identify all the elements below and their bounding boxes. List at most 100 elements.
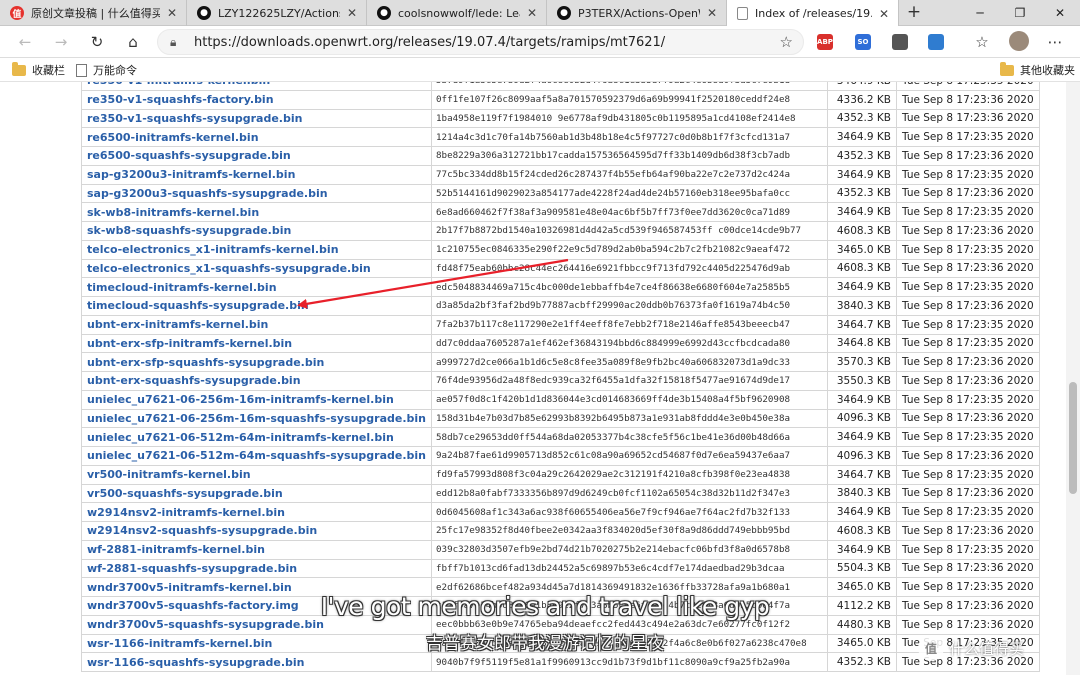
file-link[interactable]: re6500-initramfs-kernel.bin [87,131,259,144]
file-link[interactable]: wf-2881-initramfs-kernel.bin [87,543,265,556]
tab-smzdm[interactable]: 值 原创文章投稿 | 什么值得买 ✕ [0,0,187,26]
scrollbar-thumb[interactable] [1069,382,1077,494]
favorites-folder[interactable]: 收藏栏 [12,61,65,78]
file-link[interactable]: w2914nsv2-initramfs-kernel.bin [87,506,285,519]
file-link[interactable]: re6500-squashfs-sysupgrade.bin [87,149,291,162]
file-link[interactable]: unielec_u7621-06-512m-64m-squashfs-sysup… [87,449,426,462]
file-date-cell: Tue Sep 8 17:23:36 2020 [896,614,1040,635]
new-tab-button[interactable]: + [904,3,924,23]
tab-openwrt-index[interactable]: Index of /releases/19.07.4/ta ✕ [727,0,899,27]
github-icon: ● [377,6,391,20]
profile-avatar[interactable] [1008,31,1030,51]
file-link[interactable]: w2914nsv2-squashfs-sysupgrade.bin [87,524,317,537]
file-date-cell: Tue Sep 8 17:23:35 2020 [896,389,1040,410]
sha256-cell: 0ff1fe107f26c8099aaf5a8a701570592379d6a6… [431,89,828,110]
file-link[interactable]: timecloud-initramfs-kernel.bin [87,281,277,294]
file-name-cell: unielec_u7621-06-512m-64m-squashfs-sysup… [81,446,432,466]
file-row: wsr-1166-squashfs-sysupgrade.bin 9040b7f9… [81,652,1040,672]
sha256-cell: dd7c0ddaa7605287a1ef462ef36843194bbd6c88… [431,333,828,354]
file-name-cell: timecloud-squashfs-sysupgrade.bin [81,296,432,316]
file-row: wf-2881-initramfs-kernel.bin 039c32803d35… [81,539,1040,560]
sha256-cell: 25fc17e98352f8d40fbee2e0342aa3f834020d5e… [431,521,828,541]
file-link[interactable]: wsr-1166-squashfs-sysupgrade.bin [87,656,305,669]
close-icon[interactable]: ✕ [706,6,718,20]
file-link[interactable]: wf-2881-squashfs-sysupgrade.bin [87,562,297,575]
file-link[interactable]: timecloud-squashfs-sysupgrade.bin [87,299,309,312]
file-link[interactable]: wndr3700v5-squashfs-sysupgrade.bin [87,618,324,631]
file-date-cell: Tue Sep 8 17:23:36 2020 [896,558,1040,579]
file-link[interactable]: ubnt-erx-sfp-initramfs-kernel.bin [87,337,292,350]
file-link[interactable]: unielec_u7621-06-256m-16m-initramfs-kern… [87,393,394,406]
favorite-star-icon[interactable]: ☆ [780,33,793,51]
file-link[interactable]: telco-electronics_x1-squashfs-sysupgrade… [87,262,371,275]
close-window-button[interactable]: ✕ [1040,0,1080,26]
file-link[interactable]: unielec_u7621-06-256m-16m-squashfs-sysup… [87,412,426,425]
lock-icon[interactable]: 🔒︎ [170,35,176,50]
forward-button[interactable]: → [50,32,72,52]
file-link[interactable]: re350-v1-squashfs-factory.bin [87,93,274,106]
file-size-cell: 3464.8 KB [827,333,897,354]
file-name-cell: vr500-squashfs-sysupgrade.bin [81,483,432,504]
minimize-button[interactable]: ─ [960,0,1000,26]
github-icon: ● [557,6,571,20]
refresh-button[interactable]: ↻ [86,32,108,52]
sha256-cell: ae057f0d8c1f420b1d1d836044e3cd014683669f… [431,389,828,410]
file-date-cell: Tue Sep 8 17:23:35 2020 [896,333,1040,354]
file-date-cell: Tue Sep 8 17:23:36 2020 [896,521,1040,541]
sha256-cell: edc5048834469a715c4bc000de1ebbaffb4e7ce4… [431,277,828,297]
close-icon[interactable]: ✕ [526,6,538,20]
vertical-scrollbar[interactable] [1066,82,1080,675]
home-button[interactable]: ⌂ [122,32,144,52]
file-row: vr500-squashfs-sysupgrade.bin edd12b8a0fa… [81,483,1040,504]
file-size-cell: 3465.0 KB [827,577,897,597]
reader-icon[interactable] [928,34,944,50]
file-link[interactable]: sk-wb8-initramfs-kernel.bin [87,206,259,219]
close-icon[interactable]: ✕ [346,6,358,20]
file-link[interactable]: sap-g3200u3-initramfs-kernel.bin [87,168,295,181]
file-link[interactable]: wndr3700v5-initramfs-kernel.bin [87,581,292,594]
maximize-button[interactable]: ❐ [1000,0,1040,26]
page-icon [737,7,748,20]
smzdm-logo-icon: 值 [918,635,944,661]
file-link[interactable]: vr500-squashfs-sysupgrade.bin [87,487,283,500]
favorite-link-command[interactable]: 万能命令 [76,62,137,78]
file-size-cell: 3464.9 KB [827,202,897,222]
file-size-cell: 3464.9 KB [827,127,897,147]
tab-p3terx-actions[interactable]: ● P3TERX/Actions-OpenWrt: 使 ✕ [547,0,727,26]
file-link[interactable]: ubnt-erx-squashfs-sysupgrade.bin [87,374,301,387]
file-row: ubnt-erx-squashfs-sysupgrade.bin 76f4de93… [81,371,1040,391]
address-bar[interactable]: 🔒︎ https://downloads.openwrt.org/release… [157,29,804,55]
tab-coolsnowwolf-lede[interactable]: ● coolsnowwolf/lede: Lean's O ✕ [367,0,547,26]
tab-title: 原创文章投稿 | 什么值得买 [31,7,160,20]
file-name-cell: ubnt-erx-squashfs-sysupgrade.bin [81,371,432,391]
file-size-cell: 3464.7 KB [827,314,897,335]
file-size-cell: 3550.3 KB [827,371,897,391]
file-link[interactable]: re350-v1-initramfs-kernel.bin [87,82,270,87]
file-link[interactable]: sap-g3200u3-squashfs-sysupgrade.bin [87,187,328,200]
translate-icon[interactable]: SO [855,34,871,50]
file-link[interactable]: sk-wb8-squashfs-sysupgrade.bin [87,224,291,237]
close-icon[interactable]: ✕ [878,7,890,21]
file-link[interactable]: vr500-initramfs-kernel.bin [87,468,251,481]
more-menu-icon[interactable]: ⋯ [1044,32,1066,52]
tab-lzy-actions[interactable]: ● LZY122625LZY/Actions-Ope ✕ [187,0,367,26]
sha256-cell: 6e8ad660462f7f38af3a909581e48e04ac6bf5b7… [431,202,828,222]
file-row: re6500-squashfs-sysupgrade.bin 8be8229a30… [81,146,1040,166]
file-row: w2914nsv2-squashfs-sysupgrade.bin 25fc17e… [81,521,1040,541]
abp-icon[interactable]: ABP [817,34,833,50]
file-link[interactable]: ubnt-erx-initramfs-kernel.bin [87,318,268,331]
other-favorites-folder[interactable]: 其他收藏夹 [1000,61,1075,78]
back-button[interactable]: ← [14,32,36,52]
file-row: ubnt-erx-sfp-initramfs-kernel.bin dd7c0dd… [81,333,1040,354]
file-link[interactable]: telco-electronics_x1-initramfs-kernel.bi… [87,243,339,256]
file-link[interactable]: wsr-1166-initramfs-kernel.bin [87,637,272,650]
file-date-cell: Tue Sep 8 17:23:35 2020 [896,277,1040,297]
favorites-list-icon[interactable]: ☆ [971,32,993,52]
file-link[interactable]: wndr3700v5-squashfs-factory.img [87,599,299,612]
collections-icon[interactable] [892,34,908,50]
file-link[interactable]: unielec_u7621-06-512m-64m-initramfs-kern… [87,431,394,444]
file-link[interactable]: ubnt-erx-sfp-squashfs-sysupgrade.bin [87,356,324,369]
file-date-cell: Tue Sep 8 17:23:35 2020 [896,502,1040,522]
close-icon[interactable]: ✕ [166,6,178,20]
file-link[interactable]: re350-v1-squashfs-sysupgrade.bin [87,112,302,125]
